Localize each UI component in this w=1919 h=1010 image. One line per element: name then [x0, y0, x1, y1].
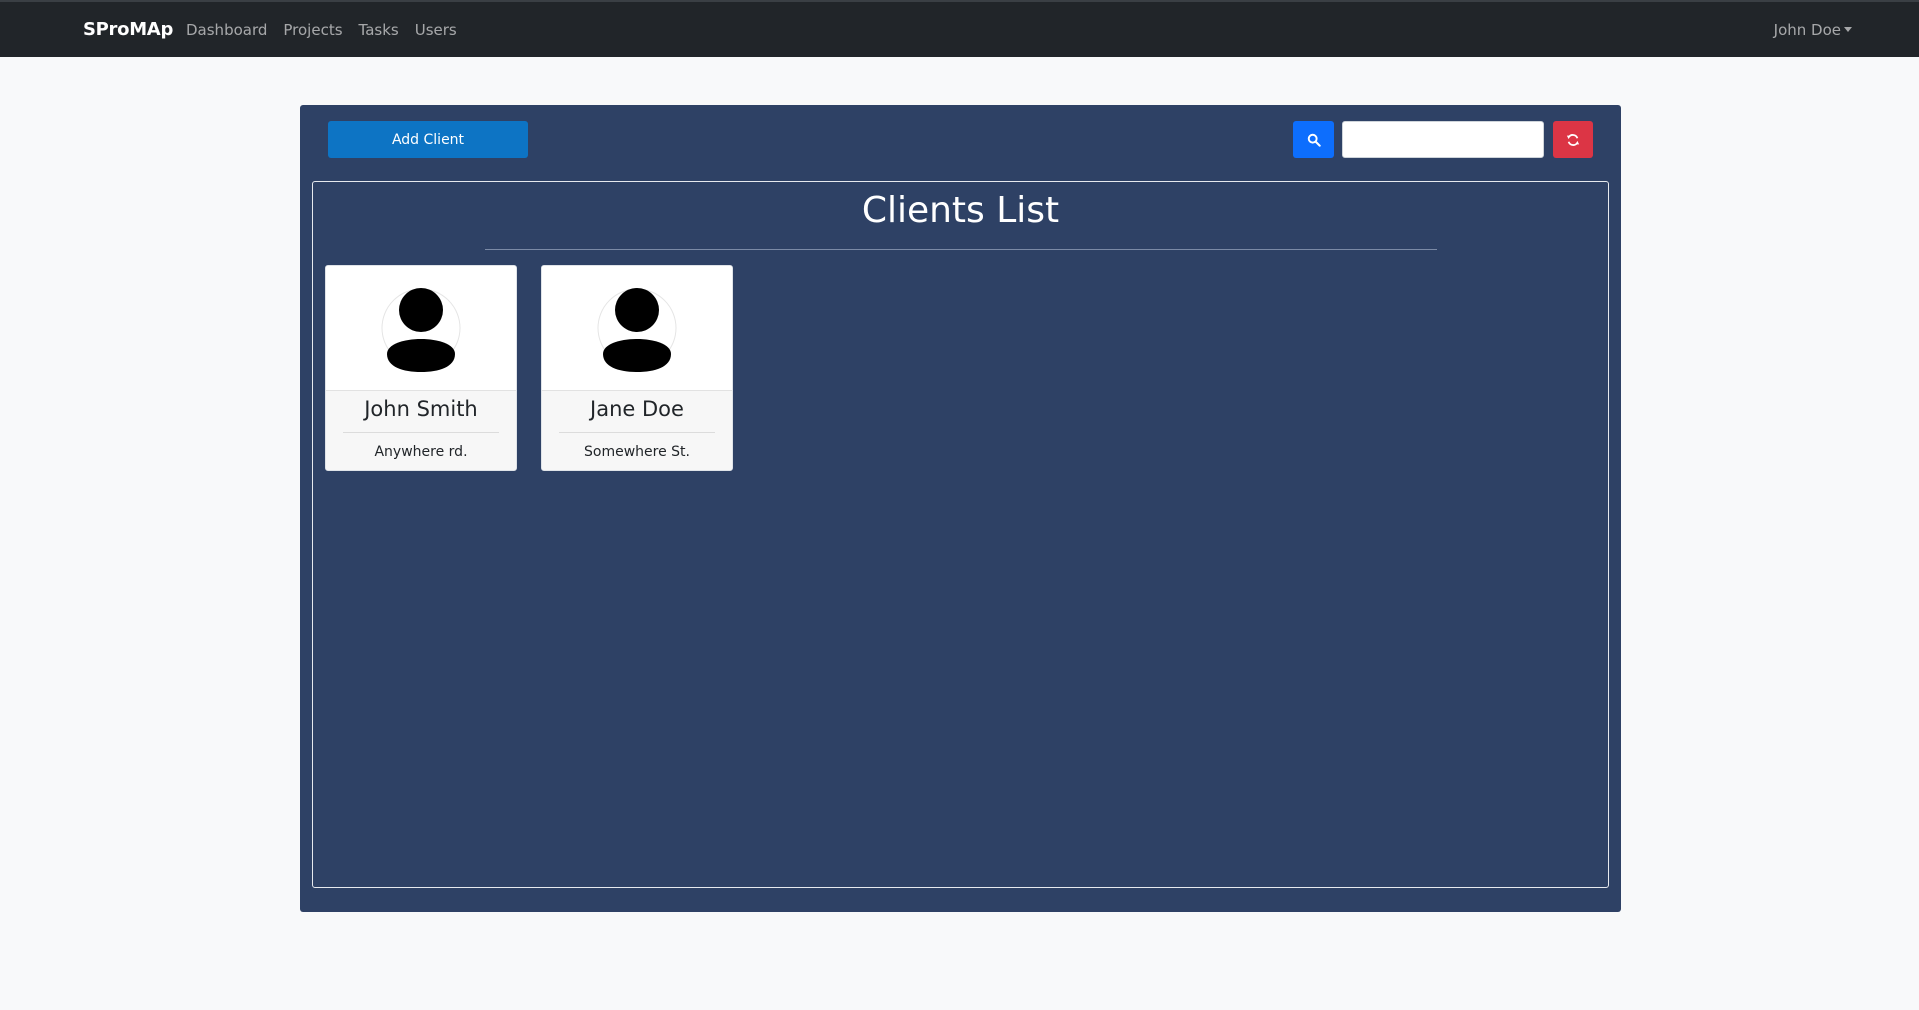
top-navbar: SProMAp Dashboard Projects Tasks Users J…: [0, 0, 1919, 57]
client-avatar: [326, 266, 516, 390]
brand-logo[interactable]: SProMAp: [83, 19, 173, 40]
client-avatar: [542, 266, 732, 390]
nav-links: Dashboard Projects Tasks Users: [186, 21, 457, 39]
nav-link-dashboard[interactable]: Dashboard: [186, 21, 267, 39]
clients-panel: Add Client Clients List John Smith Anywh…: [300, 105, 1621, 912]
user-name: John Doe: [1773, 21, 1841, 39]
client-card-body: John Smith Anywhere rd.: [326, 390, 516, 470]
card-divider: [559, 432, 715, 433]
user-avatar-icon: [597, 288, 677, 372]
nav-link-tasks[interactable]: Tasks: [359, 21, 399, 39]
client-address: Somewhere St.: [584, 444, 690, 460]
search-input[interactable]: [1342, 121, 1544, 158]
clients-list-container: Clients List John Smith Anywhere rd. Jan…: [312, 181, 1609, 888]
page-title: Clients List: [861, 190, 1060, 231]
client-name: Jane Doe: [590, 397, 684, 421]
client-address: Anywhere rd.: [374, 444, 468, 460]
client-card[interactable]: John Smith Anywhere rd.: [325, 265, 517, 471]
user-avatar-icon: [381, 288, 461, 372]
client-card-body: Jane Doe Somewhere St.: [542, 390, 732, 470]
refresh-icon: [1566, 133, 1580, 146]
title-divider: [485, 249, 1437, 250]
client-name: John Smith: [364, 397, 478, 421]
nav-link-projects[interactable]: Projects: [283, 21, 342, 39]
add-client-button[interactable]: Add Client: [328, 121, 528, 158]
caret-down-icon: [1844, 26, 1852, 32]
refresh-button[interactable]: [1553, 121, 1593, 158]
user-menu-dropdown[interactable]: John Doe: [1774, 21, 1852, 39]
search-button[interactable]: [1293, 121, 1334, 158]
nav-link-users[interactable]: Users: [415, 21, 457, 39]
search-icon: [1307, 133, 1321, 147]
card-divider: [343, 432, 499, 433]
client-card[interactable]: Jane Doe Somewhere St.: [541, 265, 733, 471]
